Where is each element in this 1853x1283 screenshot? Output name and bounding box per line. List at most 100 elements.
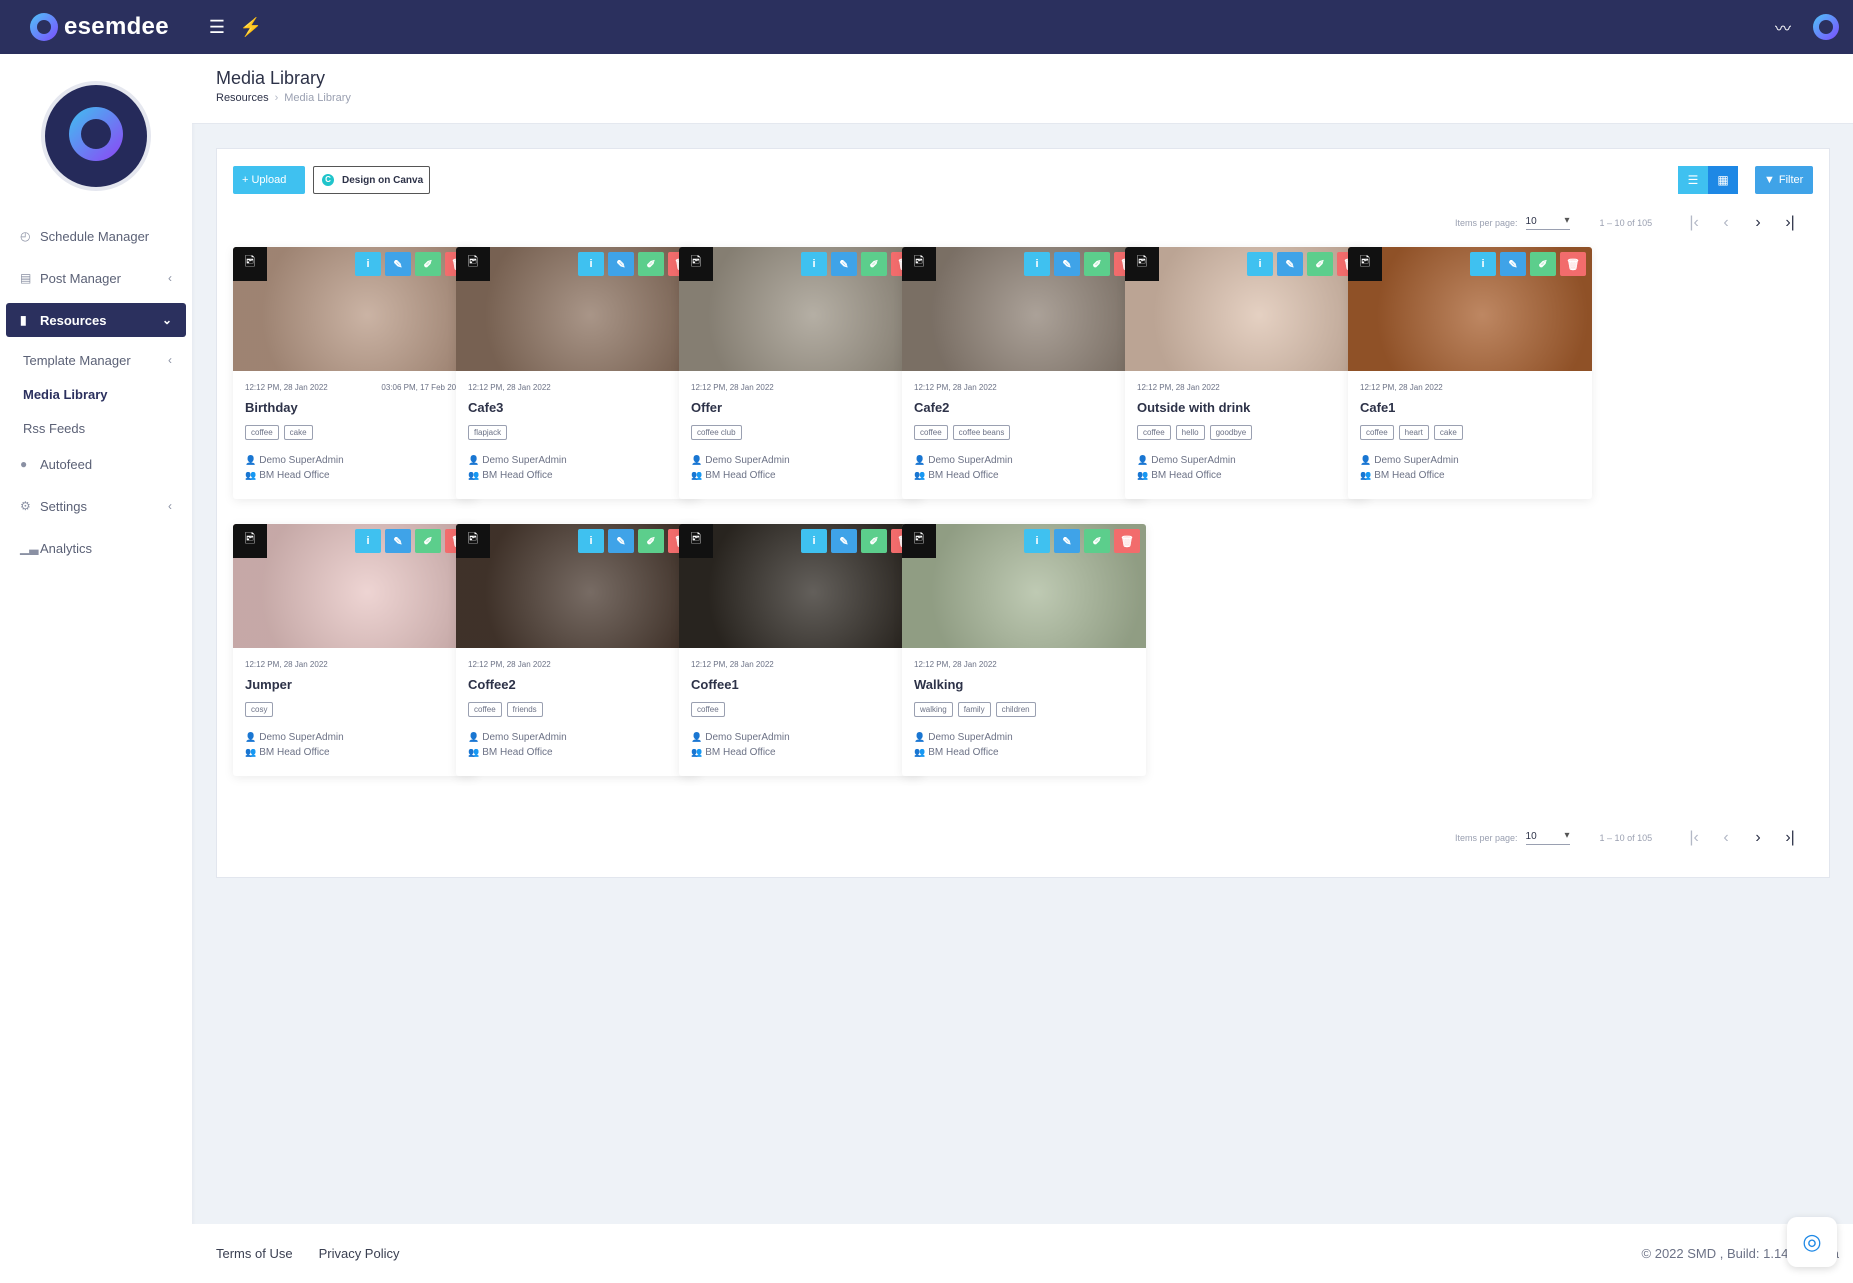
card-actions: i ✎ ✐ 🗑	[1024, 252, 1140, 276]
info-icon[interactable]: i	[578, 252, 604, 276]
edit-external-icon[interactable]: ✐	[861, 252, 887, 276]
sidebar-item-media-library[interactable]: Media Library	[6, 379, 186, 409]
pencil-icon[interactable]: ✎	[831, 252, 857, 276]
image-file-icon: 🖻	[1348, 247, 1382, 281]
info-icon[interactable]: i	[1247, 252, 1273, 276]
media-card[interactable]: 🖻 i ✎ ✐ 🗑 12:12 PM, 28 Jan 2022 Offer co…	[679, 247, 923, 499]
grid-view-icon[interactable]: ▦	[1708, 166, 1738, 194]
card-meta: 12:12 PM, 28 Jan 2022	[468, 660, 688, 669]
sidebar-item-settings[interactable]: ⚙ Settings ‹	[6, 489, 186, 523]
user-icon: 👤	[245, 732, 257, 742]
info-icon[interactable]: i	[578, 529, 604, 553]
pulse-icon[interactable]: 〰	[1775, 15, 1791, 39]
page-size-select[interactable]: 10	[1525, 215, 1570, 230]
media-card[interactable]: 🖻 i ✎ ✐ 🗑 12:12 PM, 28 Jan 2022 Jumper c…	[233, 524, 477, 776]
pencil-icon[interactable]: ✎	[608, 529, 634, 553]
last-page-icon[interactable]: ›|	[1774, 829, 1806, 847]
first-page-icon[interactable]: |‹	[1678, 214, 1710, 232]
media-card[interactable]: 🖻 i ✎ ✐ 🗑 12:12 PM, 28 Jan 2022 Walking …	[902, 524, 1146, 776]
sidebar-item-post-manager[interactable]: ▤ Post Manager ‹	[6, 261, 186, 295]
media-card[interactable]: 🖻 i ✎ ✐ 🗑 12:12 PM, 28 Jan 2022 Cafe2 co…	[902, 247, 1146, 499]
created-date: 12:12 PM, 28 Jan 2022	[691, 383, 774, 392]
card-title: Offer	[691, 400, 723, 415]
sidebar-item-autofeed[interactable]: ● Autofeed	[6, 447, 186, 481]
edit-external-icon[interactable]: ✐	[1530, 252, 1556, 276]
info-icon[interactable]: i	[355, 529, 381, 553]
tag: coffee club	[691, 425, 742, 440]
edit-external-icon[interactable]: ✐	[1084, 252, 1110, 276]
edit-external-icon[interactable]: ✐	[1084, 529, 1110, 553]
tag: hello	[1175, 425, 1205, 440]
privacy-link[interactable]: Privacy Policy	[319, 1246, 400, 1261]
media-card[interactable]: 🖻 i ✎ ✐ 🗑 12:12 PM, 28 Jan 2022 Cafe3 fl…	[456, 247, 700, 499]
chart-icon: ▁▃	[20, 541, 39, 555]
next-page-icon[interactable]: ›	[1742, 829, 1774, 847]
design-on-canva-button[interactable]: C Design on Canva	[313, 166, 430, 194]
sidebar-item-label: Analytics	[40, 540, 93, 556]
media-card[interactable]: 🖻 i ✎ ✐ 🗑 12:12 PM, 28 Jan 2022 03:06 PM,…	[233, 247, 477, 499]
sidebar-item-resources[interactable]: ▮ Resources ⌄	[6, 303, 186, 337]
pencil-icon[interactable]: ✎	[385, 529, 411, 553]
sidebar-item-analytics[interactable]: ▁▃ Analytics	[6, 531, 186, 565]
group-icon: 👥	[691, 470, 703, 480]
media-card[interactable]: 🖻 i ✎ ✐ 🗑 12:12 PM, 28 Jan 2022 Cafe1 co…	[1348, 247, 1592, 499]
media-card[interactable]: 🖻 i ✎ ✐ 🗑 12:12 PM, 28 Jan 2022 Coffee2 …	[456, 524, 700, 776]
sidebar-item-schedule-manager[interactable]: ◴ Schedule Manager	[6, 219, 186, 253]
trash-icon[interactable]: 🗑	[1114, 529, 1140, 553]
edit-external-icon[interactable]: ✐	[415, 252, 441, 276]
edit-external-icon[interactable]: ✐	[1307, 252, 1333, 276]
info-icon[interactable]: i	[1470, 252, 1496, 276]
card-meta: 12:12 PM, 28 Jan 2022	[691, 660, 911, 669]
upload-button[interactable]: + Upload	[233, 166, 305, 194]
sidebar-item-template-manager[interactable]: Template Manager ‹	[6, 345, 186, 375]
created-date: 12:12 PM, 28 Jan 2022	[468, 383, 551, 392]
info-icon[interactable]: i	[355, 252, 381, 276]
user-avatar[interactable]	[1813, 14, 1839, 40]
breadcrumb-resources[interactable]: Resources	[216, 92, 269, 104]
menu-icon[interactable]: ☰	[200, 17, 234, 38]
tag-list: coffee friends	[468, 702, 543, 717]
card-meta: 12:12 PM, 28 Jan 2022	[691, 383, 911, 392]
edit-external-icon[interactable]: ✐	[638, 252, 664, 276]
owner-user: Demo SuperAdmin	[928, 455, 1013, 466]
page-size-select[interactable]: 10	[1525, 830, 1570, 845]
help-lifebuoy-icon[interactable]: ◎	[1787, 1217, 1837, 1267]
created-date: 12:12 PM, 28 Jan 2022	[1137, 383, 1220, 392]
list-view-icon[interactable]: ☰	[1678, 166, 1708, 194]
group-icon: 👥	[914, 747, 926, 757]
next-page-icon[interactable]: ›	[1742, 214, 1774, 232]
trash-icon[interactable]: 🗑	[1560, 252, 1586, 276]
user-icon: 👤	[914, 455, 926, 465]
owner-office: BM Head Office	[482, 747, 553, 758]
info-icon[interactable]: i	[801, 529, 827, 553]
card-meta: 12:12 PM, 28 Jan 2022	[914, 383, 1134, 392]
last-page-icon[interactable]: ›|	[1774, 214, 1806, 232]
previous-page-icon[interactable]: ‹	[1710, 214, 1742, 232]
user-icon: 👤	[245, 455, 257, 465]
info-icon[interactable]: i	[801, 252, 827, 276]
terms-link[interactable]: Terms of Use	[216, 1246, 293, 1261]
media-card[interactable]: 🖻 i ✎ ✐ 🗑 12:12 PM, 28 Jan 2022 Coffee1 …	[679, 524, 923, 776]
bolt-icon[interactable]: ⚡	[234, 17, 268, 38]
edit-external-icon[interactable]: ✐	[638, 529, 664, 553]
first-page-icon[interactable]: |‹	[1678, 829, 1710, 847]
pencil-icon[interactable]: ✎	[1277, 252, 1303, 276]
media-library-panel: + Upload C Design on Canva ☰ ▦ ▼ Filter …	[216, 148, 1830, 878]
pencil-icon[interactable]: ✎	[1054, 529, 1080, 553]
edit-external-icon[interactable]: ✐	[415, 529, 441, 553]
pencil-icon[interactable]: ✎	[608, 252, 634, 276]
info-icon[interactable]: i	[1024, 529, 1050, 553]
pencil-icon[interactable]: ✎	[1054, 252, 1080, 276]
pencil-icon[interactable]: ✎	[385, 252, 411, 276]
filter-button[interactable]: ▼ Filter	[1755, 166, 1813, 194]
sidebar-item-rss-feeds[interactable]: Rss Feeds	[6, 413, 186, 443]
sidebar-item-label: Schedule Manager	[40, 228, 150, 244]
created-date: 12:12 PM, 28 Jan 2022	[914, 383, 997, 392]
previous-page-icon[interactable]: ‹	[1710, 829, 1742, 847]
media-card[interactable]: 🖻 i ✎ ✐ 🗑 12:12 PM, 28 Jan 2022 Outside …	[1125, 247, 1369, 499]
info-icon[interactable]: i	[1024, 252, 1050, 276]
brand-logo[interactable]: esemdee	[30, 13, 200, 41]
pencil-icon[interactable]: ✎	[1500, 252, 1526, 276]
pencil-icon[interactable]: ✎	[831, 529, 857, 553]
edit-external-icon[interactable]: ✐	[861, 529, 887, 553]
